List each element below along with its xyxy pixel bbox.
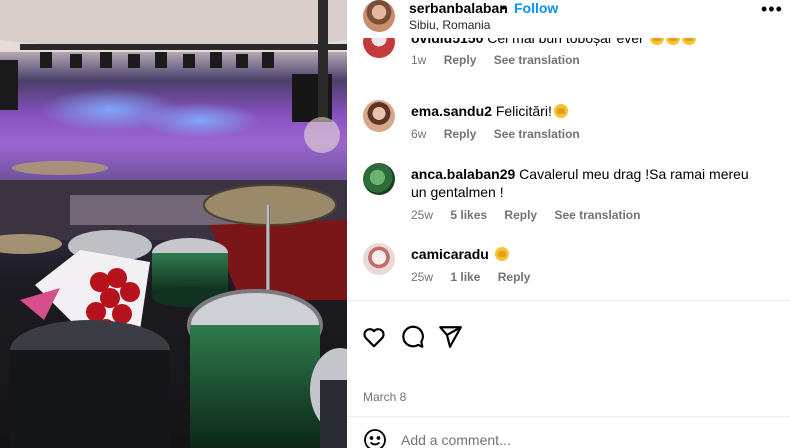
comment-timestamp[interactable]: 25w [411,270,433,284]
comment-text: camicaradu [411,245,761,263]
comment-text: ovidiu5150 Cel mai bun toboșar ever [411,38,761,47]
comment-meta: 25w 1 like Reply [411,270,544,284]
reply-button[interactable]: Reply [498,270,531,284]
author-avatar[interactable] [363,0,395,32]
comment-timestamp[interactable]: 6w [411,127,426,141]
see-translation-button[interactable]: See translation [494,127,580,141]
comment-body: Cel mai bun toboșar ever [483,38,644,46]
clapping-hands-emoji-icon [553,104,568,118]
heart-icon[interactable] [361,324,389,352]
post-date[interactable]: March 8 [363,390,406,404]
post-header: serbanbalaban • Follow Sibiu, Romania ••… [347,0,790,38]
add-comment-input[interactable] [401,430,741,448]
see-translation-button[interactable]: See translation [554,208,640,222]
composer-divider [347,416,790,417]
comment-meta: 6w Reply See translation [411,127,594,141]
comment-text: anca.balaban29 Cavalerul meu drag !Sa ra… [411,165,761,201]
comment-meta: 25w 5 likes Reply See translation [411,208,654,222]
comment-meta: 1w Reply See translation [411,53,594,67]
post-side-panel: serbanbalaban • Follow Sibiu, Romania ••… [347,0,790,448]
commenter-avatar[interactable] [363,243,395,275]
see-translation-button[interactable]: See translation [494,53,580,67]
comment-timestamp[interactable]: 1w [411,53,426,67]
comment-timestamp[interactable]: 25w [411,208,433,222]
comment-username[interactable]: ema.sandu2 [411,103,492,119]
author-username[interactable]: serbanbalaban [409,0,508,16]
comment-username[interactable]: camicaradu [411,246,489,262]
commenter-avatar[interactable] [363,163,395,195]
follow-button[interactable]: Follow [514,0,558,16]
commenter-avatar[interactable] [363,100,395,132]
comment-username[interactable]: ovidiu5150 [411,38,483,46]
post-actions-bar [347,324,790,356]
commenter-avatar[interactable] [363,38,395,58]
comment-likes-count[interactable]: 1 like [450,270,480,284]
clapping-hands-emoji-icon [665,38,680,45]
drum-kit-stage-image [0,0,347,448]
reply-button[interactable]: Reply [444,127,477,141]
more-options-icon[interactable]: ••• [761,0,783,18]
comment-likes-count[interactable]: 5 likes [450,208,487,222]
comment-username[interactable]: anca.balaban29 [411,166,515,182]
clapping-hands-emoji-icon [494,247,509,261]
post-location[interactable]: Sibiu, Romania [409,18,490,32]
reply-button[interactable]: Reply [504,208,537,222]
header-separator: • [501,0,506,15]
smiley-icon[interactable] [363,428,387,448]
comment-body [489,246,493,262]
reply-button[interactable]: Reply [444,53,477,67]
post-photo[interactable] [0,0,347,448]
clapping-hands-emoji-icon [681,38,696,45]
paper-plane-icon[interactable] [437,324,465,352]
comment-body: Felicitări! [491,103,552,119]
comment-text: ema.sandu2 Felicitări! [411,102,761,120]
comment-bubble-icon[interactable] [399,324,427,352]
comment-composer [347,424,790,448]
comments-list[interactable]: ovidiu5150 Cel mai bun toboșar ever 1w R… [347,38,790,300]
actions-divider [347,300,790,301]
clapping-hands-emoji-icon [649,38,664,45]
